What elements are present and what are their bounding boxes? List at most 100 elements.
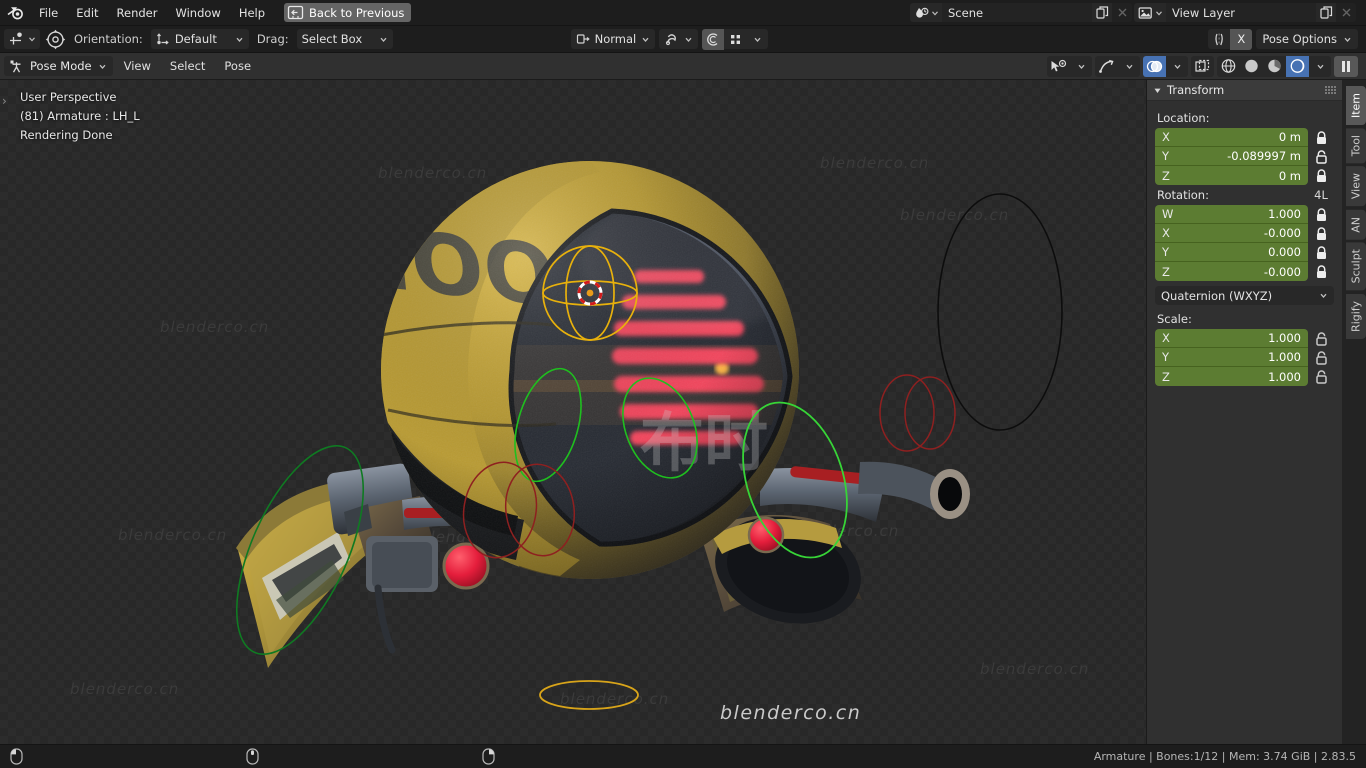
mouse-left-icon — [10, 748, 23, 765]
sidebar-tab-an[interactable]: AN — [1346, 210, 1366, 240]
orientation-icon — [156, 32, 170, 46]
scale-x-field[interactable]: X 1.000 — [1155, 329, 1308, 348]
location-x-field[interactable]: X 0 m — [1155, 128, 1308, 147]
rotation-x-lock-icon[interactable] — [1308, 224, 1334, 243]
shading-rendered-icon[interactable] — [1286, 56, 1309, 77]
scene-unlink-button[interactable] — [1112, 3, 1132, 22]
rotation-row-group: W 1.000 X -0.000 Y 0.000 Z -0.000 — [1155, 205, 1334, 281]
drag-label: Drag: — [253, 32, 293, 46]
falloff-dropdown[interactable] — [746, 29, 768, 50]
object-visibility-icon[interactable] — [1047, 56, 1070, 77]
active-tool-button[interactable] — [4, 29, 40, 49]
location-z-lock-icon[interactable] — [1308, 166, 1334, 185]
menu-file[interactable]: File — [30, 3, 67, 23]
overlays-dropdown[interactable] — [1166, 56, 1188, 77]
scene-name-field[interactable]: Scene — [942, 3, 1092, 22]
pause-icon[interactable] — [1334, 56, 1358, 77]
shading-material-preview-icon[interactable] — [1263, 56, 1286, 77]
shading-solid-icon[interactable] — [1240, 56, 1263, 77]
grip-dots-icon[interactable] — [1325, 86, 1336, 94]
sidebar-tab-view[interactable]: View — [1346, 166, 1366, 206]
view-layer-name-field[interactable]: View Layer — [1166, 3, 1316, 22]
view-layer-selector: View Layer — [1134, 3, 1356, 22]
sidebar-tab-sculpt[interactable]: Sculpt — [1346, 242, 1366, 290]
bone-layers-indicator: 4L — [1308, 188, 1334, 202]
drag-dropdown[interactable]: Select Box — [297, 29, 393, 49]
transform-gizmo-icon[interactable] — [44, 28, 66, 50]
scale-z-lock-icon[interactable] — [1308, 367, 1334, 386]
transform-panel-title: Transform — [1167, 83, 1320, 97]
snap-magnet-icon — [664, 32, 679, 46]
pose-mode-icon — [9, 59, 24, 74]
location-lock-column — [1308, 128, 1334, 185]
location-y-axis: Y — [1162, 149, 1169, 163]
menu-edit[interactable]: Edit — [67, 3, 107, 23]
scale-x-lock-icon[interactable] — [1308, 329, 1334, 348]
rotation-y-axis: Y — [1162, 245, 1169, 259]
scale-y-value: 1.000 — [1268, 350, 1301, 364]
mouse-middle-icon — [246, 748, 259, 765]
transform-panel-header[interactable]: Transform — [1147, 80, 1342, 101]
location-x-lock-icon[interactable] — [1308, 128, 1334, 147]
scale-y-lock-icon[interactable] — [1308, 348, 1334, 367]
viewport-menu-pose[interactable]: Pose — [216, 56, 259, 76]
rotation-mode-dropdown[interactable]: Quaternion (WXYZ) — [1155, 286, 1334, 305]
scene-icon[interactable] — [910, 3, 942, 22]
chevron-right-icon[interactable]: › — [2, 94, 7, 108]
sidebar-tab-item[interactable]: Item — [1346, 86, 1366, 125]
rotation-z-field[interactable]: Z -0.000 — [1155, 262, 1308, 281]
rotation-z-value: -0.000 — [1264, 265, 1301, 279]
overlays-icon[interactable] — [1143, 56, 1166, 77]
falloff-smooth-icon[interactable] — [724, 29, 746, 50]
rotation-x-value: -0.000 — [1264, 226, 1301, 240]
pose-options-dropdown[interactable]: Pose Options — [1256, 29, 1358, 49]
location-z-axis: Z — [1162, 169, 1170, 183]
pose-mirror-icon[interactable] — [1208, 29, 1230, 50]
rotation-y-lock-icon[interactable] — [1308, 243, 1334, 262]
pose-options-label: Pose Options — [1262, 32, 1337, 46]
gizmo-dropdown[interactable] — [1118, 56, 1140, 77]
orientation-dropdown[interactable]: Default — [151, 29, 249, 49]
blender-logo-icon[interactable] — [0, 0, 30, 26]
interaction-mode-dropdown[interactable]: Pose Mode — [4, 56, 113, 76]
scale-y-field[interactable]: Y 1.000 — [1155, 348, 1308, 367]
menu-help[interactable]: Help — [230, 3, 274, 23]
triangle-down-icon[interactable] — [1153, 86, 1162, 95]
shading-dropdown[interactable] — [1309, 56, 1331, 77]
location-z-field[interactable]: Z 0 m — [1155, 166, 1308, 185]
sidebar-tab-rigify[interactable]: Rigify — [1346, 294, 1366, 339]
menu-render[interactable]: Render — [108, 3, 167, 23]
tool-settings-bar: Orientation: Default Drag: Select Box — [0, 26, 1366, 53]
menu-window[interactable]: Window — [166, 3, 229, 23]
view-layer-new-button[interactable] — [1316, 3, 1336, 22]
sidebar-tab-tool[interactable]: Tool — [1346, 128, 1366, 163]
proportional-editing-icon[interactable] — [702, 29, 724, 50]
location-y-field[interactable]: Y -0.089997 m — [1155, 147, 1308, 166]
3d-viewport[interactable]: blenderco.cn blenderco.cn blenderco.cn b… — [0, 80, 1146, 744]
rotation-w-value: 1.000 — [1268, 207, 1301, 221]
rotation-y-field[interactable]: Y 0.000 — [1155, 243, 1308, 262]
snapping-dropdown[interactable] — [659, 29, 698, 49]
back-to-previous-button[interactable]: Back to Previous — [284, 3, 411, 22]
pose-x-axis-button[interactable]: X — [1230, 29, 1252, 50]
rotation-label: Rotation: — [1157, 188, 1308, 202]
viewport-menu-view[interactable]: View — [116, 56, 159, 76]
transform-orientation-dropdown[interactable]: Normal — [571, 29, 656, 49]
location-y-lock-icon[interactable] — [1308, 147, 1334, 166]
rotation-z-lock-icon[interactable] — [1308, 262, 1334, 281]
scale-z-field[interactable]: Z 1.000 — [1155, 367, 1308, 386]
scene-new-button[interactable] — [1092, 3, 1112, 22]
shading-mode-group — [1217, 56, 1331, 77]
view-layer-icon[interactable] — [1134, 3, 1166, 22]
rotation-w-lock-icon[interactable] — [1308, 205, 1334, 224]
shading-wireframe-icon[interactable] — [1217, 56, 1240, 77]
viewport-menu-select[interactable]: Select — [162, 56, 213, 76]
rendered-robot-model: DOOM — [0, 80, 1146, 744]
xray-toggle-icon[interactable] — [1191, 56, 1214, 77]
object-visibility-dropdown[interactable] — [1070, 56, 1092, 77]
rotation-w-field[interactable]: W 1.000 — [1155, 205, 1308, 224]
rotation-x-field[interactable]: X -0.000 — [1155, 224, 1308, 243]
object-visibility-group — [1047, 56, 1092, 77]
gizmo-icon[interactable] — [1095, 56, 1118, 77]
view-layer-remove-button[interactable] — [1336, 3, 1356, 22]
